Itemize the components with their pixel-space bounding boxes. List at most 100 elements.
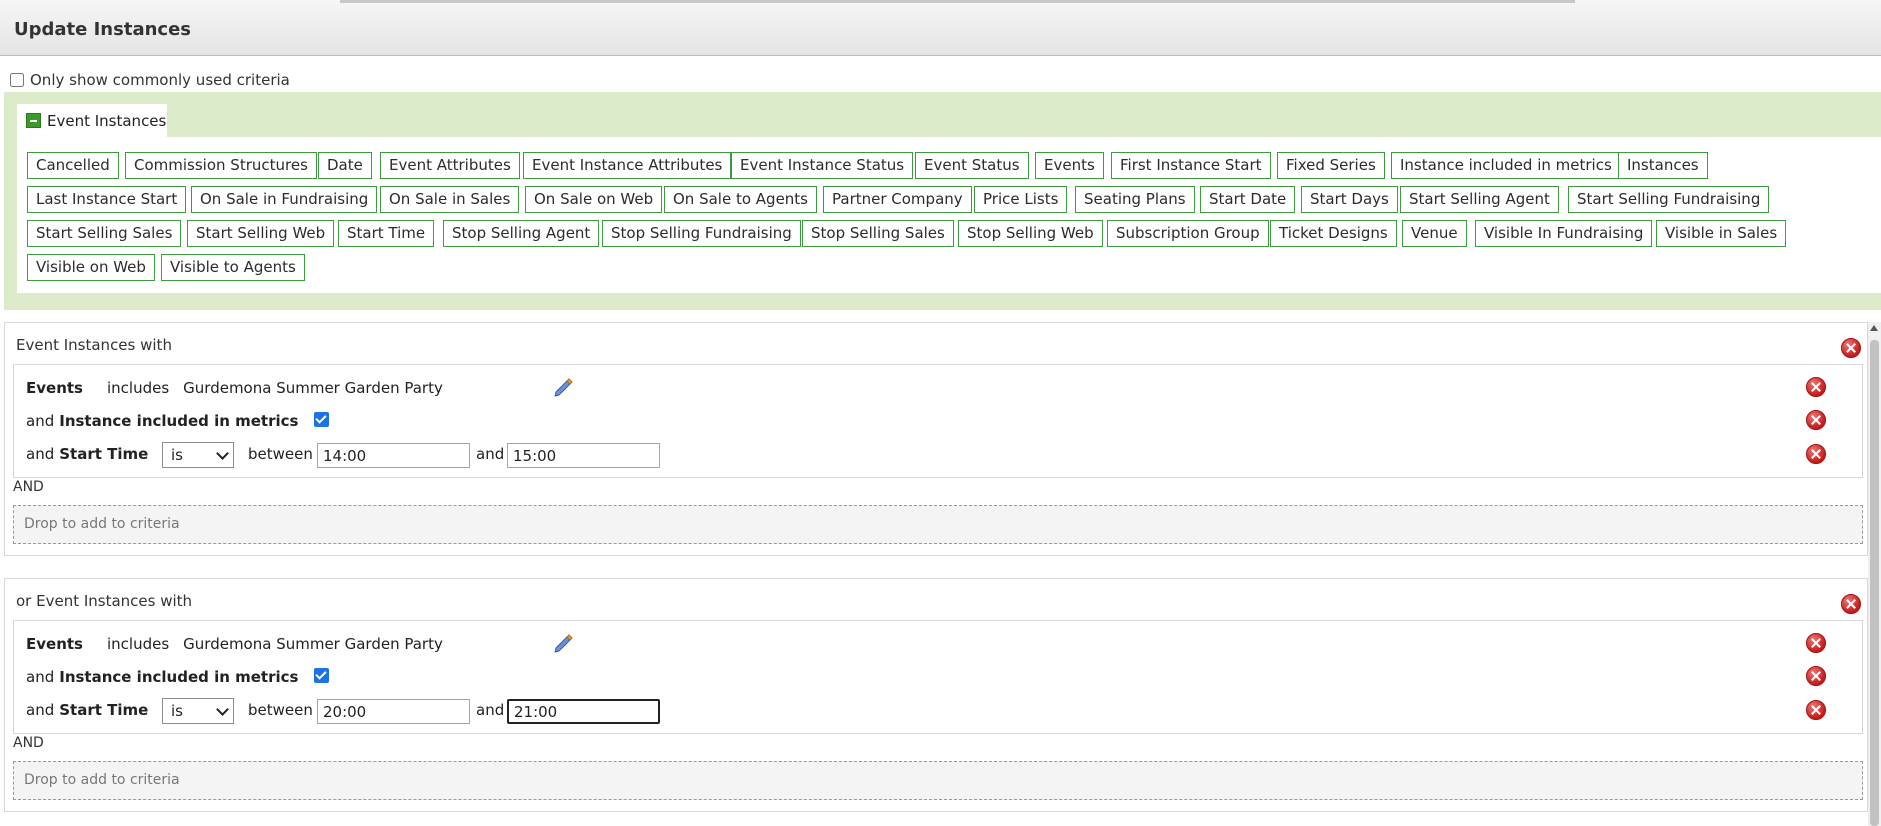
- criteria-group: Event Instances with Events includes Gur…: [4, 322, 1868, 556]
- criteria-chip[interactable]: Visible in Sales: [1656, 220, 1787, 247]
- operator-select-value: is: [171, 446, 183, 464]
- remove-circle-icon[interactable]: [1806, 410, 1826, 430]
- drop-zone[interactable]: Drop to add to criteria: [13, 505, 1863, 544]
- criteria-chip[interactable]: Event Status: [915, 152, 1029, 179]
- criteria-chip[interactable]: Stop Selling Sales: [802, 220, 954, 247]
- criteria-field: Events: [26, 379, 83, 397]
- criteria-value: Gurdemona Summer Garden Party: [183, 635, 443, 653]
- remove-circle-icon[interactable]: [1806, 444, 1826, 464]
- criteria-row-events: Events includes Gurdemona Summer Garden …: [26, 375, 443, 401]
- minus-box-icon[interactable]: [26, 113, 41, 128]
- criteria-field: Instance included in metrics: [59, 668, 299, 686]
- between-label: between: [248, 701, 313, 719]
- remove-circle-icon[interactable]: [1841, 338, 1861, 358]
- criteria-prefix: and: [26, 412, 55, 430]
- criteria-chip[interactable]: Subscription Group: [1107, 220, 1269, 247]
- criteria-chip[interactable]: Event Instance Status: [731, 152, 914, 179]
- criteria-chip[interactable]: Start Selling Agent: [1400, 186, 1559, 213]
- criteria-operator: includes: [106, 379, 170, 397]
- common-criteria-label: Only show commonly used criteria: [30, 71, 290, 89]
- criteria-chip[interactable]: Stop Selling Agent: [443, 220, 600, 247]
- criteria-chip[interactable]: Events: [1035, 152, 1104, 179]
- criteria-chip[interactable]: Start Selling Sales: [27, 220, 182, 247]
- criteria-row-metrics: and Instance included in metrics: [26, 408, 298, 434]
- criteria-field: Instance included in metrics: [59, 412, 299, 430]
- criteria-chip[interactable]: Seating Plans: [1075, 186, 1195, 213]
- criteria-group: or Event Instances with Events includes …: [4, 578, 1868, 812]
- criteria-chip[interactable]: Visible In Fundraising: [1475, 220, 1653, 247]
- criteria-chip[interactable]: Start Date: [1200, 186, 1296, 213]
- criteria-chip[interactable]: Last Instance Start: [27, 186, 187, 213]
- criteria-chip[interactable]: Start Selling Web: [187, 220, 335, 247]
- criteria-prefix: and: [26, 701, 55, 719]
- chevron-down-icon: [216, 446, 229, 460]
- criteria-field: Start Time: [59, 445, 149, 463]
- criteria-chip[interactable]: Fixed Series: [1277, 152, 1385, 179]
- group-title: or Event Instances with: [16, 592, 193, 610]
- criteria-row-start-time: and Start Time: [26, 441, 148, 467]
- scrollbar-thumb[interactable]: [1870, 340, 1879, 826]
- criteria-chip[interactable]: Partner Company: [823, 186, 972, 213]
- criteria-chip[interactable]: Ticket Designs: [1270, 220, 1397, 247]
- dialog-title: Update Instances: [14, 19, 191, 40]
- criteria-chip[interactable]: First Instance Start: [1111, 152, 1271, 179]
- criteria-chip[interactable]: Commission Structures: [125, 152, 317, 179]
- operator-select[interactable]: is: [162, 442, 234, 468]
- start-time-to-input[interactable]: [507, 443, 660, 468]
- criteria-rows: Events includes Gurdemona Summer Garden …: [13, 620, 1863, 734]
- metrics-checkbox[interactable]: [314, 668, 329, 683]
- criteria-field: Start Time: [59, 701, 149, 719]
- criteria-chip[interactable]: On Sale in Fundraising: [191, 186, 378, 213]
- criteria-chip[interactable]: Price Lists: [974, 186, 1068, 213]
- criteria-chip[interactable]: Instance included in metrics: [1391, 152, 1621, 179]
- criteria-chip[interactable]: Cancelled: [27, 152, 119, 179]
- chevron-down-icon: [216, 702, 229, 716]
- criteria-value: Gurdemona Summer Garden Party: [183, 379, 443, 397]
- tab-event-instances[interactable]: Event Instances: [17, 104, 167, 137]
- remove-circle-icon[interactable]: [1841, 594, 1861, 614]
- remove-circle-icon[interactable]: [1806, 666, 1826, 686]
- criteria-chip[interactable]: Date: [318, 152, 372, 179]
- and-separator: AND: [13, 735, 44, 751]
- criteria-chip[interactable]: Stop Selling Web: [958, 220, 1103, 247]
- scroll-up-icon[interactable]: [1870, 325, 1878, 331]
- criteria-chip[interactable]: Visible to Agents: [161, 254, 305, 281]
- criteria-chip[interactable]: Event Instance Attributes: [523, 152, 732, 179]
- operator-select[interactable]: is: [162, 698, 234, 724]
- criteria-prefix: and: [26, 445, 55, 463]
- common-criteria-toggle[interactable]: Only show commonly used criteria: [10, 71, 290, 89]
- criteria-prefix: and: [26, 668, 55, 686]
- criteria-chip[interactable]: Visible on Web: [27, 254, 155, 281]
- criteria-chip-panel: Cancelled Commission Structures Date Eve…: [17, 137, 1881, 293]
- vertical-scrollbar[interactable]: [1868, 322, 1881, 826]
- common-criteria-checkbox[interactable]: [10, 73, 24, 87]
- remove-circle-icon[interactable]: [1806, 700, 1826, 720]
- criteria-chip[interactable]: Start Selling Fundraising: [1568, 186, 1770, 213]
- drop-zone[interactable]: Drop to add to criteria: [13, 761, 1863, 800]
- criteria-row-metrics: and Instance included in metrics: [26, 664, 298, 690]
- remove-circle-icon[interactable]: [1806, 377, 1826, 397]
- between-label: between: [248, 445, 313, 463]
- criteria-row-events: Events includes Gurdemona Summer Garden …: [26, 631, 443, 657]
- pencil-icon[interactable]: [552, 631, 574, 653]
- start-time-to-input[interactable]: [507, 699, 660, 724]
- metrics-checkbox[interactable]: [314, 412, 329, 427]
- start-time-from-input[interactable]: [317, 699, 470, 724]
- criteria-row-start-time: and Start Time: [26, 697, 148, 723]
- criteria-rows: Events includes Gurdemona Summer Garden …: [13, 364, 1863, 478]
- criteria-chip[interactable]: Venue: [1402, 220, 1467, 247]
- criteria-chip[interactable]: Start Time: [338, 220, 435, 247]
- criteria-chip[interactable]: On Sale to Agents: [664, 186, 817, 213]
- and-label: and: [476, 445, 505, 463]
- pencil-icon[interactable]: [552, 375, 574, 397]
- criteria-chip[interactable]: Event Attributes: [380, 152, 520, 179]
- remove-circle-icon[interactable]: [1806, 633, 1826, 653]
- criteria-chip[interactable]: On Sale in Sales: [380, 186, 520, 213]
- criteria-chip[interactable]: Stop Selling Fundraising: [602, 220, 801, 247]
- criteria-chip[interactable]: On Sale on Web: [525, 186, 663, 213]
- criteria-chip[interactable]: Start Days: [1301, 186, 1398, 213]
- criteria-chip[interactable]: Instances: [1618, 152, 1708, 179]
- titlebar-edge: [340, 0, 1575, 3]
- and-separator: AND: [13, 479, 44, 495]
- start-time-from-input[interactable]: [317, 443, 470, 468]
